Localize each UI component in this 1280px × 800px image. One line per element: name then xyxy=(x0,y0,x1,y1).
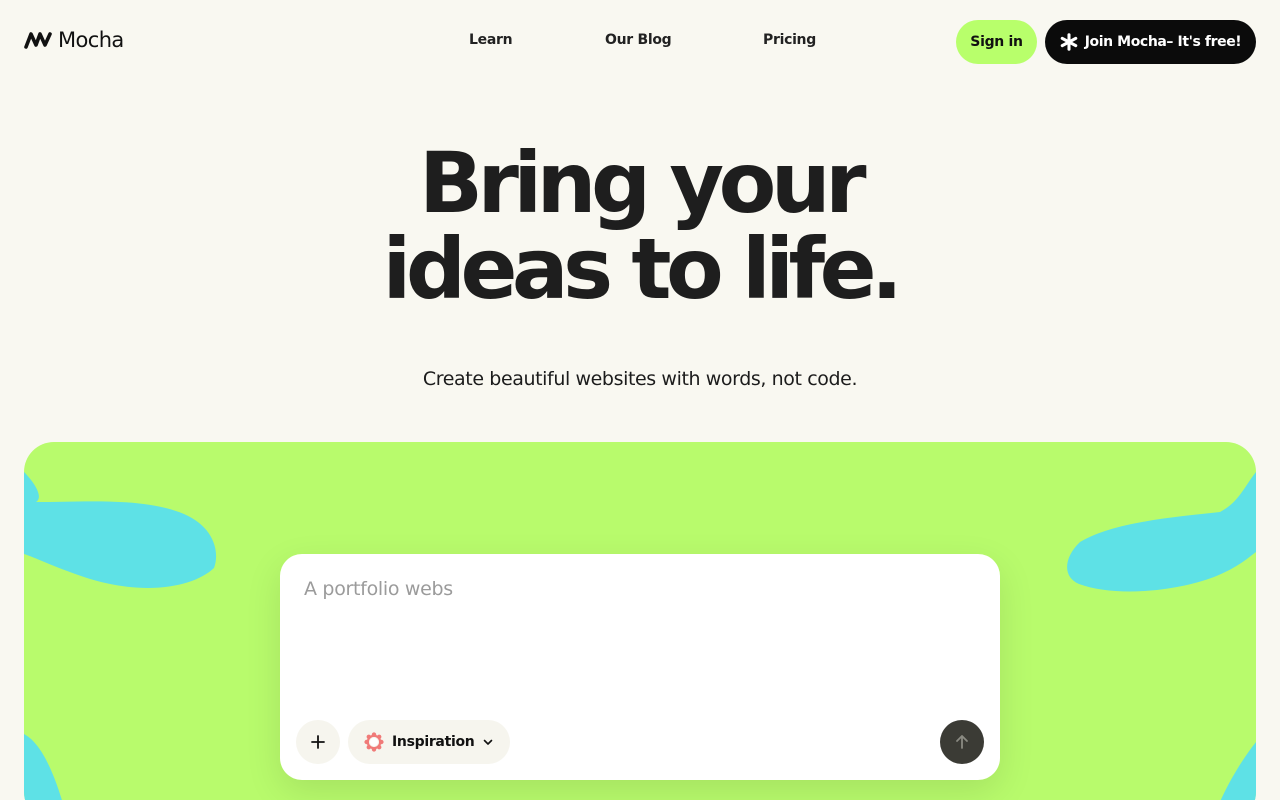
hero-subtitle: Create beautiful websites with words, no… xyxy=(422,368,858,390)
landing-page: Mocha Learn Our Blog Pricing Sign in Joi… xyxy=(0,0,1280,800)
asterisk-icon xyxy=(1060,33,1077,51)
hero-title-line2: ideas to life. xyxy=(382,220,903,318)
join-button[interactable]: Join Mocha– It's free! xyxy=(1045,20,1256,64)
hero-title: Bring your ideas to life. xyxy=(0,140,1280,312)
add-attachment-button[interactable] xyxy=(296,720,340,764)
plus-icon xyxy=(311,735,325,749)
top-nav: Mocha Learn Our Blog Pricing Sign in Joi… xyxy=(0,0,1280,84)
flower-icon xyxy=(364,732,384,752)
nav-link-pricing[interactable]: Pricing xyxy=(763,32,816,48)
nav-link-blog[interactable]: Our Blog xyxy=(605,32,672,48)
join-button-label: Join Mocha– It's free! xyxy=(1084,34,1242,50)
arrow-up-icon xyxy=(956,735,968,749)
prompt-input[interactable] xyxy=(304,578,976,708)
inspiration-label: Inspiration xyxy=(392,734,475,750)
inspiration-dropdown[interactable]: Inspiration xyxy=(348,720,510,764)
nav-link-learn[interactable]: Learn xyxy=(469,32,513,48)
hero-title-line1: Bring your xyxy=(418,134,867,232)
prompt-card: Inspiration xyxy=(280,554,1000,780)
chevron-down-icon xyxy=(484,739,493,745)
send-button[interactable] xyxy=(940,720,984,764)
sign-in-button[interactable]: Sign in xyxy=(956,20,1037,64)
